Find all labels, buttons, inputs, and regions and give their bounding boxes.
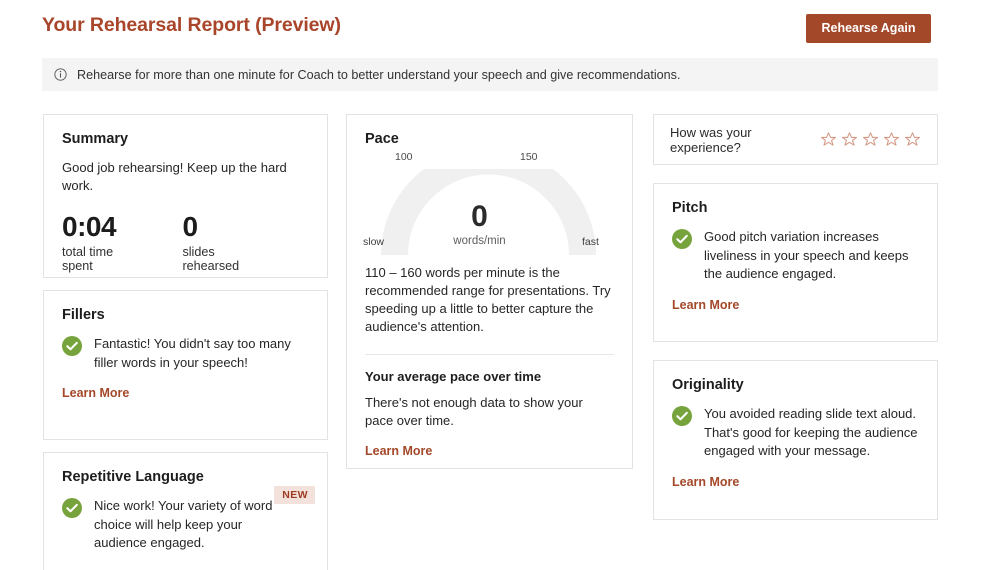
repetitive-language-tip-row: Nice work! Your variety of word choice w…	[62, 497, 309, 553]
check-circle-icon	[672, 406, 692, 426]
summary-description: Good job rehearsing! Keep up the hard wo…	[62, 160, 287, 193]
star-outline-icon[interactable]	[883, 131, 900, 148]
stat-slides-rehearsed: 0 slides rehearsed	[182, 211, 263, 273]
fillers-tip-text: Fantastic! You didn't say too many fille…	[94, 336, 291, 370]
originality-learn-more-link[interactable]: Learn More	[672, 475, 739, 489]
pace-description: 110 – 160 words per minute is the recomm…	[365, 265, 611, 334]
check-circle-icon	[62, 498, 82, 518]
check-circle-icon	[672, 229, 692, 249]
fillers-title: Fillers	[62, 307, 105, 323]
star-outline-icon[interactable]	[862, 131, 879, 148]
new-badge: NEW	[274, 486, 315, 504]
pace-learn-more-link[interactable]: Learn More	[365, 444, 432, 458]
gauge-tick-high: 150	[520, 151, 538, 163]
stat-slides-rehearsed-value: 0	[182, 211, 198, 242]
stat-total-time-value: 0:04	[62, 211, 117, 242]
gauge-tick-low: 100	[395, 151, 413, 163]
info-banner: Rehearse for more than one minute for Co…	[42, 58, 938, 91]
star-outline-icon[interactable]	[904, 131, 921, 148]
pace-title: Pace	[365, 131, 399, 147]
gauge-value: 0	[471, 200, 488, 233]
stat-slides-rehearsed-label: slides rehearsed	[182, 245, 240, 273]
pitch-tip-text: Good pitch variation increases livelines…	[704, 229, 909, 281]
experience-rating-card: How was your experience?	[653, 114, 938, 165]
originality-tip-text: You avoided reading slide text aloud. Th…	[704, 406, 918, 458]
pace-over-time-title: Your average pace over time	[365, 369, 542, 384]
summary-stats: 0:04 total time spent 0 slides rehearsed	[62, 211, 309, 273]
star-rating[interactable]	[820, 131, 921, 148]
pace-gauge: 100 150 slow fast 0 words/min	[363, 151, 614, 255]
fillers-learn-more-link[interactable]: Learn More	[62, 386, 129, 400]
repetitive-language-tip-text: Nice work! Your variety of word choice w…	[94, 498, 273, 550]
stat-total-time: 0:04 total time spent	[62, 211, 136, 273]
originality-card: Originality You avoided reading slide te…	[653, 360, 938, 520]
stat-total-time-label: total time spent	[62, 245, 114, 273]
pitch-learn-more-link[interactable]: Learn More	[672, 298, 739, 312]
pitch-card: Pitch Good pitch variation increases liv…	[653, 183, 938, 342]
check-circle-icon	[62, 336, 82, 356]
pitch-title: Pitch	[672, 200, 708, 216]
info-circle-icon	[54, 68, 67, 81]
fillers-tip-row: Fantastic! You didn't say too many fille…	[62, 335, 309, 372]
pace-card: Pace 100 150 slow fast 0 words/min 110 –…	[346, 114, 633, 469]
page-title: Your Rehearsal Report (Preview)	[42, 14, 341, 36]
star-outline-icon[interactable]	[820, 131, 837, 148]
summary-card: Summary Good job rehearsing! Keep up the…	[43, 114, 328, 278]
repetitive-language-title: Repetitive Language	[62, 469, 204, 485]
pitch-tip-row: Good pitch variation increases livelines…	[672, 228, 919, 284]
rehearse-again-button[interactable]: Rehearse Again	[806, 14, 931, 43]
pace-over-time-text: There's not enough data to show your pac…	[365, 395, 583, 428]
pace-divider	[365, 354, 614, 355]
fillers-card: Fillers Fantastic! You didn't say too ma…	[43, 290, 328, 440]
page-header: Your Rehearsal Report (Preview) Rehearse…	[0, 0, 1000, 54]
repetitive-language-card: Repetitive Language NEW Nice work! Your …	[43, 452, 328, 570]
experience-label: How was your experience?	[670, 124, 752, 155]
originality-tip-row: You avoided reading slide text aloud. Th…	[672, 405, 919, 461]
summary-title: Summary	[62, 131, 129, 147]
info-banner-text: Rehearse for more than one minute for Co…	[77, 67, 681, 82]
originality-title: Originality	[672, 377, 744, 393]
gauge-units: words/min	[453, 235, 506, 247]
star-outline-icon[interactable]	[841, 131, 858, 148]
